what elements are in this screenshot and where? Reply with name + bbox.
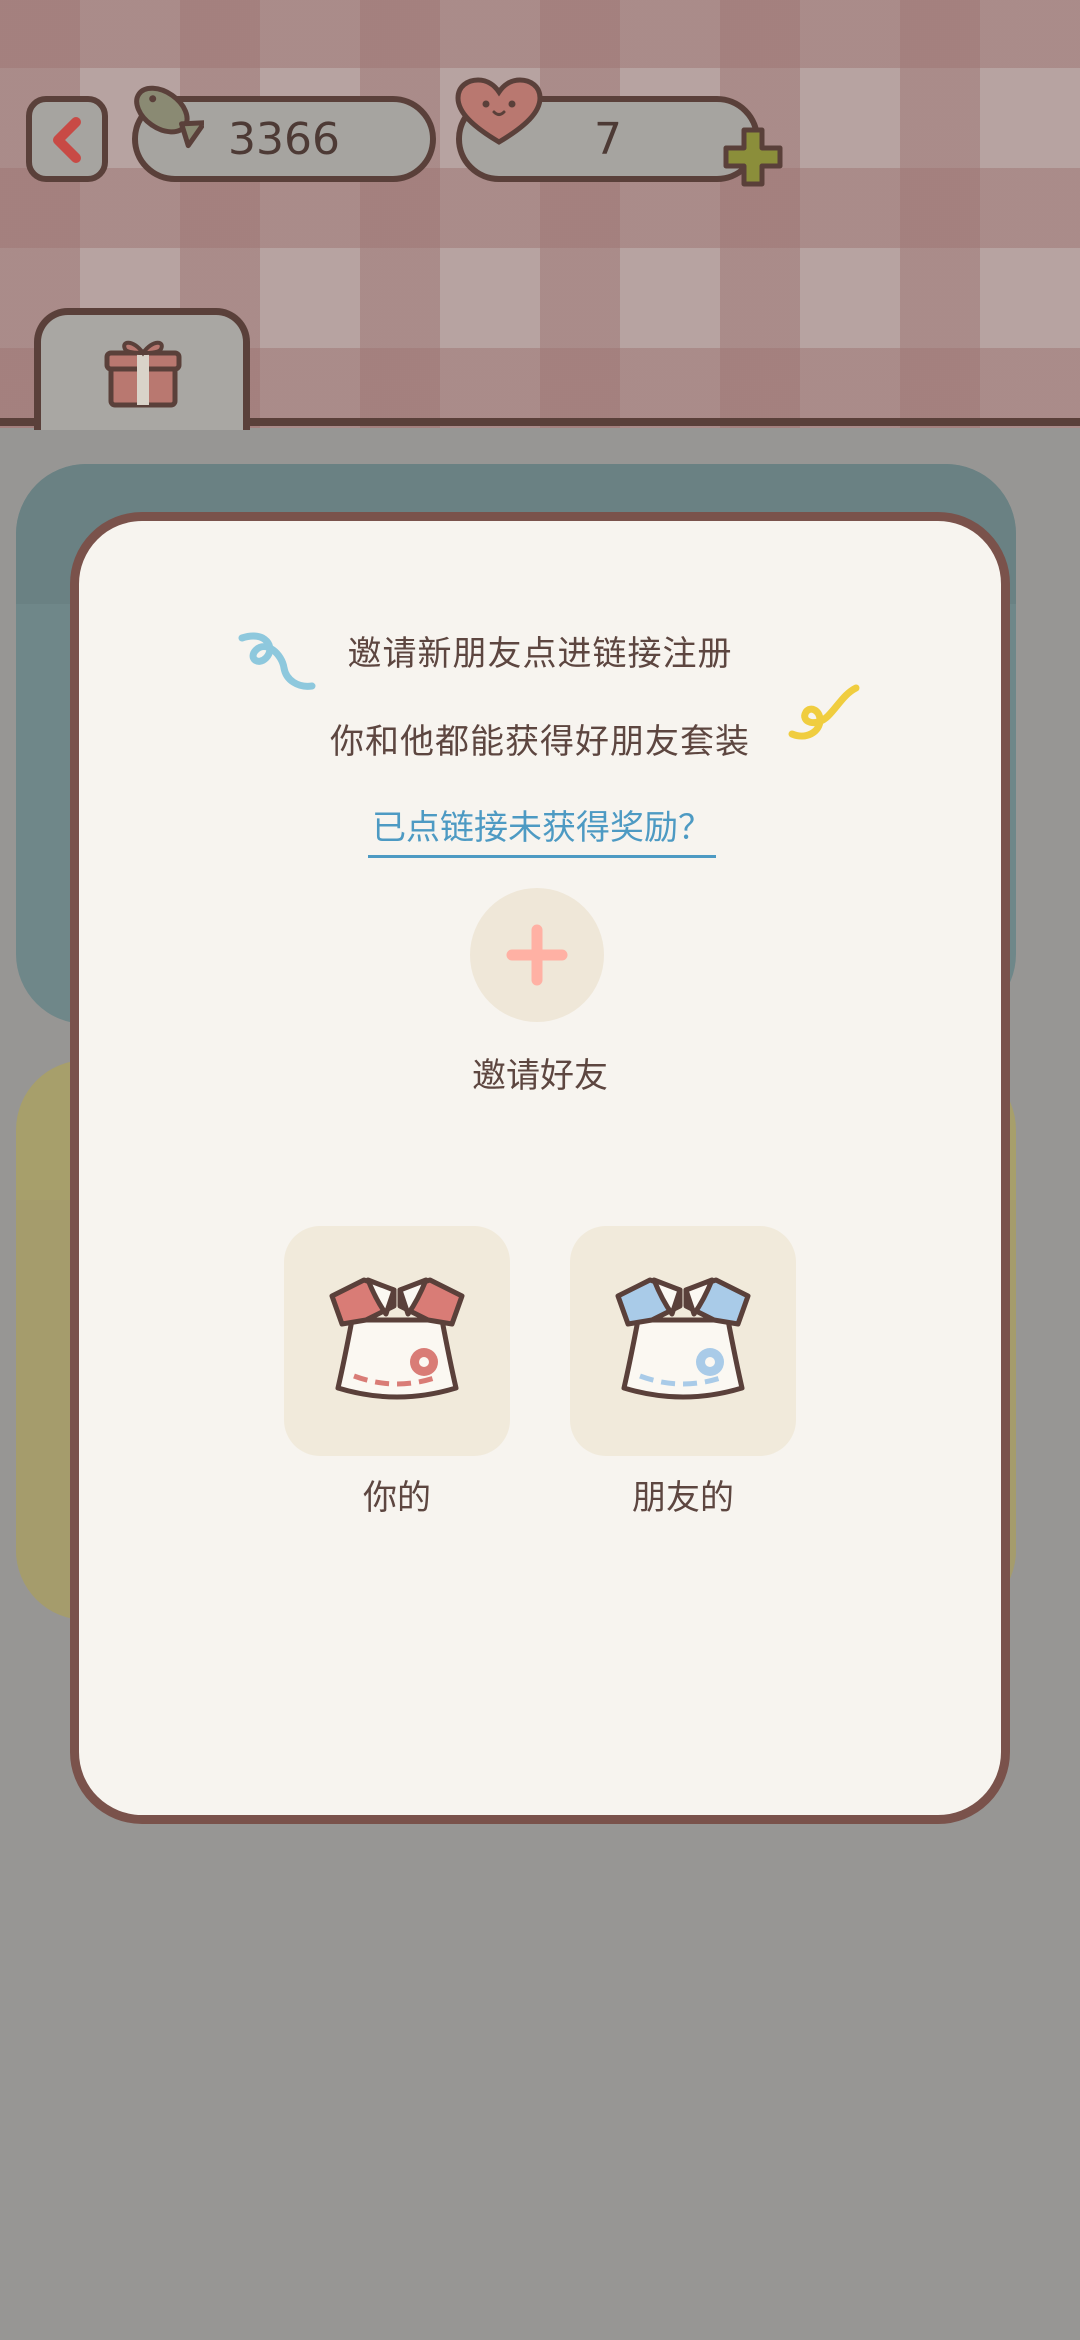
reward-label-friend: 朋友的 bbox=[632, 1478, 734, 1518]
invite-description-line-2: 你和他都能获得好朋友套装 bbox=[330, 722, 750, 762]
invite-friend-label: 邀请好友 bbox=[472, 1056, 608, 1096]
back-arrow-icon bbox=[53, 117, 81, 163]
invite-description-line-1: 邀请新朋友点进链接注册 bbox=[347, 634, 733, 674]
tab-gift[interactable] bbox=[34, 308, 250, 430]
back-button[interactable] bbox=[26, 96, 108, 182]
reward-help-link[interactable]: 已点链接未获得奖励？ bbox=[368, 800, 716, 858]
outfit-icon bbox=[615, 1277, 751, 1400]
plus-icon[interactable] bbox=[720, 124, 786, 190]
fish-icon bbox=[134, 85, 204, 149]
reward-label-yours: 你的 bbox=[363, 1478, 431, 1518]
reward-box-yours bbox=[284, 1226, 510, 1456]
outfit-icon bbox=[329, 1277, 465, 1400]
heart-icon bbox=[455, 77, 543, 145]
invite-friend-button[interactable] bbox=[470, 888, 604, 1022]
gift-icon bbox=[104, 340, 182, 408]
fish-count: 3366 bbox=[228, 113, 340, 165]
reward-box-friend bbox=[570, 1226, 796, 1456]
invite-plus-icon bbox=[506, 924, 568, 986]
heart-count: 7 bbox=[594, 113, 622, 165]
invite-modal bbox=[70, 512, 1010, 1824]
